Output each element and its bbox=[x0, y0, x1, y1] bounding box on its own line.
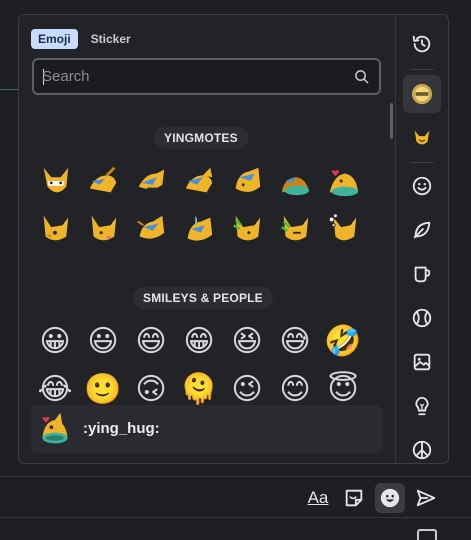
sidebar-nature[interactable] bbox=[403, 211, 441, 249]
background-divider bbox=[0, 89, 20, 90]
smiley-emoji[interactable]: 😇 bbox=[323, 369, 363, 409]
yingmote-emoji[interactable] bbox=[323, 209, 363, 249]
smiley-emoji[interactable]: 🙃 bbox=[131, 369, 171, 409]
yingmote-emoji[interactable] bbox=[83, 209, 123, 249]
yingmote-emoji[interactable] bbox=[275, 161, 315, 201]
ying-hug-emote bbox=[42, 412, 68, 444]
smiley-emoji[interactable]: 🤣 bbox=[323, 321, 363, 361]
emoji-picker: Emoji Sticker YINGMOTES SMILEYS & PEOPLE… bbox=[18, 14, 449, 464]
smiley-emoji[interactable]: 😂 bbox=[35, 369, 75, 409]
smiley-emoji[interactable]: 😄 bbox=[131, 321, 171, 361]
smiley-emoji[interactable]: 😉 bbox=[227, 369, 267, 409]
picker-tabs: Emoji Sticker bbox=[31, 29, 138, 49]
peace-icon bbox=[412, 440, 432, 460]
sticker-button[interactable] bbox=[339, 483, 369, 513]
yingmote-emoji[interactable] bbox=[131, 161, 171, 201]
tab-sticker[interactable]: Sticker bbox=[84, 29, 138, 49]
search-icon[interactable] bbox=[354, 69, 369, 84]
ball-icon bbox=[412, 308, 432, 328]
smiley-emoji[interactable]: 😀 bbox=[35, 321, 75, 361]
yingmote-emoji[interactable] bbox=[179, 209, 219, 249]
send-button[interactable] bbox=[411, 483, 441, 513]
emoji-preview: :ying_hug: bbox=[31, 405, 383, 453]
smiley-emoji[interactable]: 😊 bbox=[275, 369, 315, 409]
sidebar-food[interactable] bbox=[403, 255, 441, 293]
sidebar-smileys[interactable] bbox=[403, 167, 441, 205]
emoji-picker-main: Emoji Sticker YINGMOTES SMILEYS & PEOPLE… bbox=[19, 15, 395, 463]
custom-pack-badge-icon bbox=[411, 83, 433, 105]
partial-icon[interactable] bbox=[416, 526, 438, 540]
smiley-icon bbox=[412, 176, 432, 196]
emoji-icon bbox=[380, 488, 400, 508]
sidebar-recent[interactable] bbox=[403, 25, 441, 63]
sidebar-travel[interactable] bbox=[403, 343, 441, 381]
sidebar-objects[interactable] bbox=[403, 387, 441, 425]
yingmote-emoji[interactable] bbox=[323, 161, 363, 201]
sidebar-custom-badge[interactable] bbox=[403, 75, 441, 113]
cup-icon bbox=[414, 266, 431, 283]
yingmote-emoji[interactable] bbox=[227, 161, 267, 201]
category-label-smileys: SMILEYS & PEOPLE bbox=[133, 287, 273, 309]
sidebar-divider bbox=[410, 162, 434, 163]
recent-icon bbox=[412, 35, 431, 53]
yingmote-emoji[interactable] bbox=[131, 209, 171, 249]
yingmote-emoji[interactable] bbox=[83, 161, 123, 201]
send-icon bbox=[416, 489, 436, 507]
yingmote-emoji[interactable] bbox=[227, 209, 267, 249]
tab-emoji[interactable]: Emoji bbox=[31, 29, 78, 49]
custom-pack-ying-icon bbox=[414, 130, 430, 145]
image-icon bbox=[413, 353, 431, 371]
emoji-button[interactable] bbox=[375, 483, 405, 513]
smiley-emoji[interactable]: 🙂 bbox=[83, 369, 123, 409]
lightbulb-icon bbox=[415, 396, 429, 416]
sidebar-custom-ying[interactable] bbox=[403, 119, 441, 157]
category-label-yingmotes: YINGMOTES bbox=[154, 127, 248, 149]
sidebar-activities[interactable] bbox=[403, 299, 441, 337]
yingmote-emoji[interactable] bbox=[275, 209, 315, 249]
scrollbar-thumb[interactable] bbox=[390, 103, 393, 139]
sticker-icon bbox=[345, 489, 363, 507]
sidebar-symbols[interactable] bbox=[403, 431, 441, 463]
sidebar-divider bbox=[410, 69, 434, 70]
smiley-emoji[interactable]: 😃 bbox=[83, 321, 123, 361]
search-input[interactable] bbox=[42, 60, 342, 93]
message-composer: Aa bbox=[0, 476, 471, 518]
yingmote-emoji[interactable] bbox=[35, 161, 75, 201]
smiley-emoji[interactable]: 😅 bbox=[275, 321, 315, 361]
smiley-emoji[interactable]: 😆 bbox=[227, 321, 267, 361]
category-sidebar bbox=[395, 15, 448, 463]
yingmote-emoji[interactable] bbox=[179, 161, 219, 201]
emoji-shortcode: :ying_hug: bbox=[83, 420, 160, 437]
leaf-icon bbox=[413, 221, 431, 239]
search-box bbox=[32, 58, 381, 95]
smiley-emoji[interactable]: 😁 bbox=[179, 321, 219, 361]
format-text-label: Aa bbox=[307, 488, 329, 507]
format-button[interactable]: Aa bbox=[303, 483, 333, 513]
smiley-emoji[interactable]: 🫠 bbox=[179, 369, 219, 409]
yingmote-emoji[interactable] bbox=[35, 209, 75, 249]
